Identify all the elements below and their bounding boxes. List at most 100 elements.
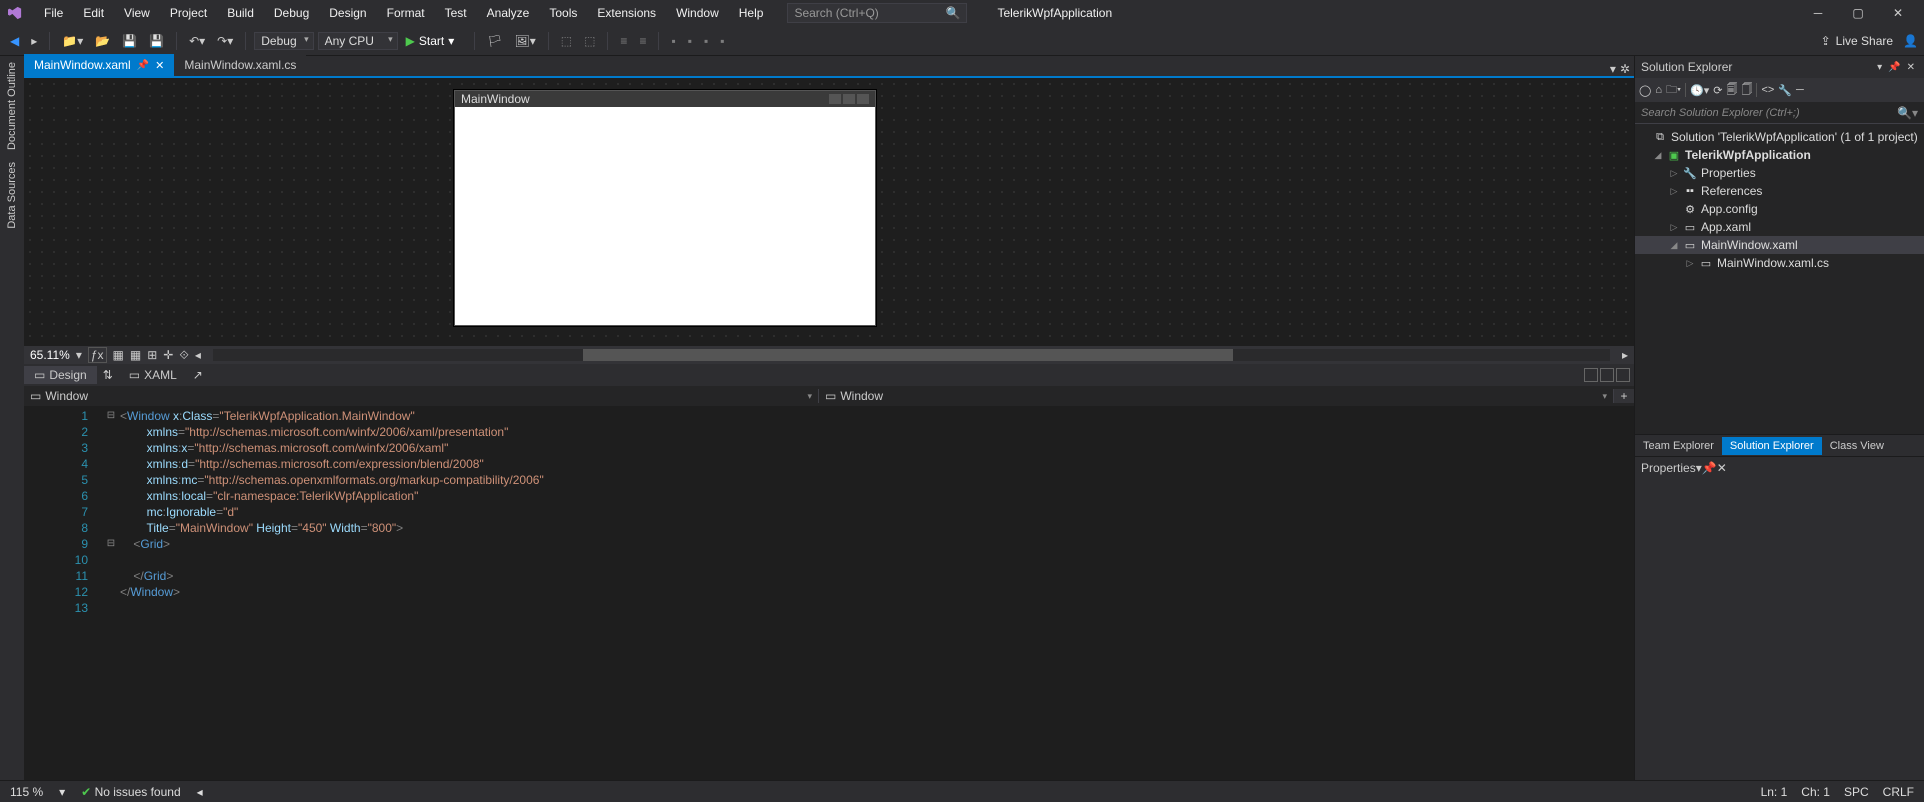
- se-preview-icon[interactable]: ─: [1796, 84, 1804, 96]
- menu-file[interactable]: File: [34, 2, 73, 24]
- nav-add-button[interactable]: +: [1614, 389, 1634, 403]
- tree-project[interactable]: ◢▣TelerikWpfApplication: [1635, 146, 1924, 164]
- tab-mainwindow-xaml-cs[interactable]: MainWindow.xaml.cs: [174, 54, 306, 76]
- designer-hscroll[interactable]: [213, 349, 1610, 361]
- menu-format[interactable]: Format: [377, 2, 435, 24]
- tab-team-explorer[interactable]: Team Explorer: [1635, 437, 1722, 455]
- xaml-designer[interactable]: MainWindow: [24, 78, 1634, 346]
- code-content[interactable]: <Window x:Class="TelerikWpfApplication.M…: [120, 406, 1634, 600]
- se-sync-icon[interactable]: 🗀▾: [1666, 81, 1681, 100]
- menu-debug[interactable]: Debug: [264, 2, 319, 24]
- se-showall-icon[interactable]: 🗍: [1741, 81, 1752, 100]
- solution-explorer-search[interactable]: Search Solution Explorer (Ctrl+;) 🔍▾: [1635, 102, 1924, 124]
- scroll-left-icon[interactable]: ◂: [195, 348, 201, 362]
- fx-icon[interactable]: ƒx: [88, 347, 107, 363]
- data-sources-tab[interactable]: Data Sources: [6, 156, 18, 235]
- panel-pin-icon[interactable]: 📌: [1885, 62, 1903, 73]
- designer-window-preview[interactable]: MainWindow: [454, 90, 876, 326]
- se-refresh-icon[interactable]: ⟳: [1713, 84, 1722, 97]
- tree-properties[interactable]: ▷🔧Properties: [1635, 164, 1924, 182]
- close-button[interactable]: ✕: [1878, 6, 1918, 20]
- snapline-icon[interactable]: ⊞: [147, 348, 157, 362]
- split-vertical-icon[interactable]: [1584, 368, 1598, 382]
- se-scope-icon[interactable]: 🕓▾: [1690, 84, 1709, 97]
- code-editor[interactable]: 12345678910111213 ⊟⊟ <Window x:Class="Te…: [24, 406, 1634, 780]
- misc-icon-1[interactable]: ▪: [667, 32, 679, 50]
- live-share-button[interactable]: ⇪ Live Share: [1821, 34, 1893, 48]
- align-icon[interactable]: ⬚: [580, 32, 599, 50]
- scroll-thumb[interactable]: [583, 349, 1233, 361]
- menu-tools[interactable]: Tools: [539, 2, 587, 24]
- tree-references[interactable]: ▷▪▪References: [1635, 182, 1924, 200]
- minimize-button[interactable]: ─: [1798, 6, 1838, 20]
- tab-class-view[interactable]: Class View: [1822, 437, 1892, 455]
- panel-close-icon[interactable]: ✕: [1904, 62, 1918, 73]
- close-tab-icon[interactable]: ✕: [155, 59, 164, 72]
- se-collapse-icon[interactable]: 🗐: [1726, 81, 1737, 100]
- undo-button[interactable]: ↶▾: [185, 32, 209, 50]
- tree-mainxaml-cs[interactable]: ▷▭MainWindow.xaml.cs: [1635, 254, 1924, 272]
- menu-build[interactable]: Build: [217, 2, 264, 24]
- tool-icon-1[interactable]: 🏳: [483, 32, 506, 50]
- maximize-button[interactable]: ▢: [1838, 6, 1878, 20]
- tab-settings-icon[interactable]: ✲: [1620, 62, 1630, 76]
- tree-appxaml[interactable]: ▷▭App.xaml: [1635, 218, 1924, 236]
- menu-analyze[interactable]: Analyze: [477, 2, 540, 24]
- tree-solution[interactable]: ⧉Solution 'TelerikWpfApplication' (1 of …: [1635, 128, 1924, 146]
- scroll-right-icon[interactable]: ▸: [1622, 348, 1628, 362]
- nav-fwd-button[interactable]: ▸: [27, 32, 41, 50]
- status-zoom-dropdown-icon[interactable]: ▾: [59, 785, 65, 799]
- tab-overflow-icon[interactable]: ▾: [1610, 62, 1616, 76]
- props-close-icon[interactable]: ✕: [1717, 461, 1727, 475]
- menu-edit[interactable]: Edit: [73, 2, 114, 24]
- menu-test[interactable]: Test: [435, 2, 477, 24]
- start-button[interactable]: ▶Start ▾: [402, 32, 467, 50]
- pin-icon[interactable]: 📌: [137, 60, 149, 71]
- menu-extensions[interactable]: Extensions: [587, 2, 666, 24]
- panel-dropdown-icon[interactable]: ▾: [1874, 62, 1885, 73]
- tool-icon-2[interactable]: 🖼▾: [510, 32, 539, 50]
- status-scroll-left-icon[interactable]: ◂: [197, 785, 203, 799]
- status-ln[interactable]: Ln: 1: [1761, 785, 1788, 799]
- nav-scope-left[interactable]: ▭ Window: [24, 389, 819, 403]
- se-back-icon[interactable]: ◯: [1639, 84, 1651, 97]
- code-icon[interactable]: ⟐: [179, 348, 188, 363]
- turn-icon[interactable]: ✛: [163, 348, 173, 362]
- zoom-dropdown-icon[interactable]: ▾: [76, 348, 82, 362]
- platform-dropdown[interactable]: Any CPU: [318, 32, 398, 50]
- se-properties-icon[interactable]: 🔧: [1778, 84, 1792, 97]
- save-button[interactable]: 💾: [118, 32, 141, 50]
- tree-mainxaml[interactable]: ◢▭MainWindow.xaml: [1635, 236, 1924, 254]
- popout-icon[interactable]: ↗: [187, 366, 209, 384]
- tab-solution-explorer[interactable]: Solution Explorer: [1722, 437, 1822, 455]
- save-all-button[interactable]: 💾: [145, 32, 168, 50]
- config-dropdown[interactable]: Debug: [254, 32, 313, 50]
- design-tab[interactable]: ▭ Design: [24, 366, 97, 384]
- se-home-icon[interactable]: ⌂: [1655, 84, 1662, 96]
- tab-mainwindow-xaml[interactable]: MainWindow.xaml 📌 ✕: [24, 54, 174, 76]
- status-spc[interactable]: SPC: [1844, 785, 1869, 799]
- new-project-button[interactable]: 📁▾: [58, 32, 87, 50]
- status-zoom[interactable]: 115 %: [10, 785, 43, 799]
- swap-panes-icon[interactable]: ⇅: [97, 366, 119, 384]
- se-code-icon[interactable]: <>: [1761, 84, 1774, 96]
- menu-project[interactable]: Project: [160, 2, 217, 24]
- split-horizontal-icon[interactable]: [1600, 368, 1614, 382]
- status-issues[interactable]: ✔ No issues found: [81, 785, 180, 799]
- indent-left-icon[interactable]: ≡: [616, 32, 631, 50]
- group-icon[interactable]: ⬚: [557, 32, 576, 50]
- grid-icon[interactable]: ▦: [113, 348, 124, 362]
- status-ch[interactable]: Ch: 1: [1801, 785, 1830, 799]
- misc-icon-3[interactable]: ▪: [700, 32, 712, 50]
- fold-gutter[interactable]: ⊟⊟: [104, 408, 118, 616]
- tree-appconfig[interactable]: ⚙App.config: [1635, 200, 1924, 218]
- menu-design[interactable]: Design: [319, 2, 376, 24]
- collapse-pane-icon[interactable]: [1616, 368, 1630, 382]
- redo-button[interactable]: ↷▾: [213, 32, 237, 50]
- indent-right-icon[interactable]: ≡: [635, 32, 650, 50]
- feedback-icon[interactable]: 👤: [1903, 34, 1918, 48]
- menu-window[interactable]: Window: [666, 2, 729, 24]
- designer-zoom[interactable]: 65.11%: [30, 348, 70, 362]
- nav-back-button[interactable]: ◀: [6, 32, 23, 50]
- snap-icon[interactable]: ▦: [130, 348, 141, 362]
